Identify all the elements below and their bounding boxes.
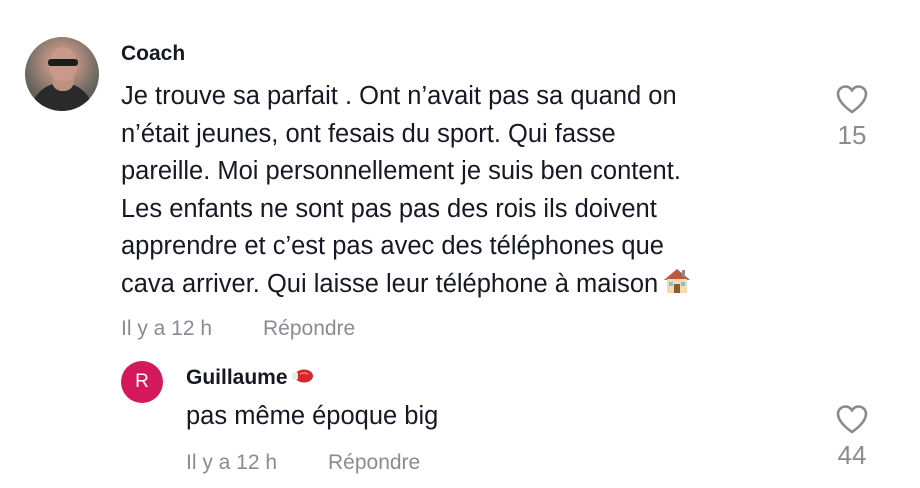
boxing-glove-icon	[290, 366, 314, 390]
comment-text: Je trouve sa parfait . Ont n’avait pas s…	[121, 78, 811, 307]
reply-timestamp: Il y a 12 h	[186, 451, 278, 474]
house-icon	[662, 267, 692, 307]
reply-text: pas même époque big	[186, 402, 439, 430]
avatar[interactable]	[25, 37, 99, 111]
reply-avatar[interactable]: R	[121, 361, 163, 403]
comment-reply-button[interactable]: Répondre	[263, 317, 355, 341]
comment-like-button[interactable]: 15	[822, 84, 882, 151]
comment-body: Je trouve sa parfait . Ont n’avait pas s…	[121, 82, 681, 298]
reply-reply-button[interactable]: Répondre	[328, 451, 420, 475]
reply-like-count: 44	[837, 440, 867, 470]
comment-timestamp: Il y a 12 h	[121, 317, 213, 340]
reply-username[interactable]: Guillaume	[186, 366, 314, 390]
comment-like-count: 15	[837, 120, 867, 150]
reply-like-button[interactable]: 44	[822, 404, 882, 471]
reply-username-text: Guillaume	[186, 366, 288, 389]
heart-outline-icon[interactable]	[822, 404, 882, 434]
heart-outline-icon[interactable]	[822, 84, 882, 114]
comment-username[interactable]: Coach	[121, 42, 185, 66]
